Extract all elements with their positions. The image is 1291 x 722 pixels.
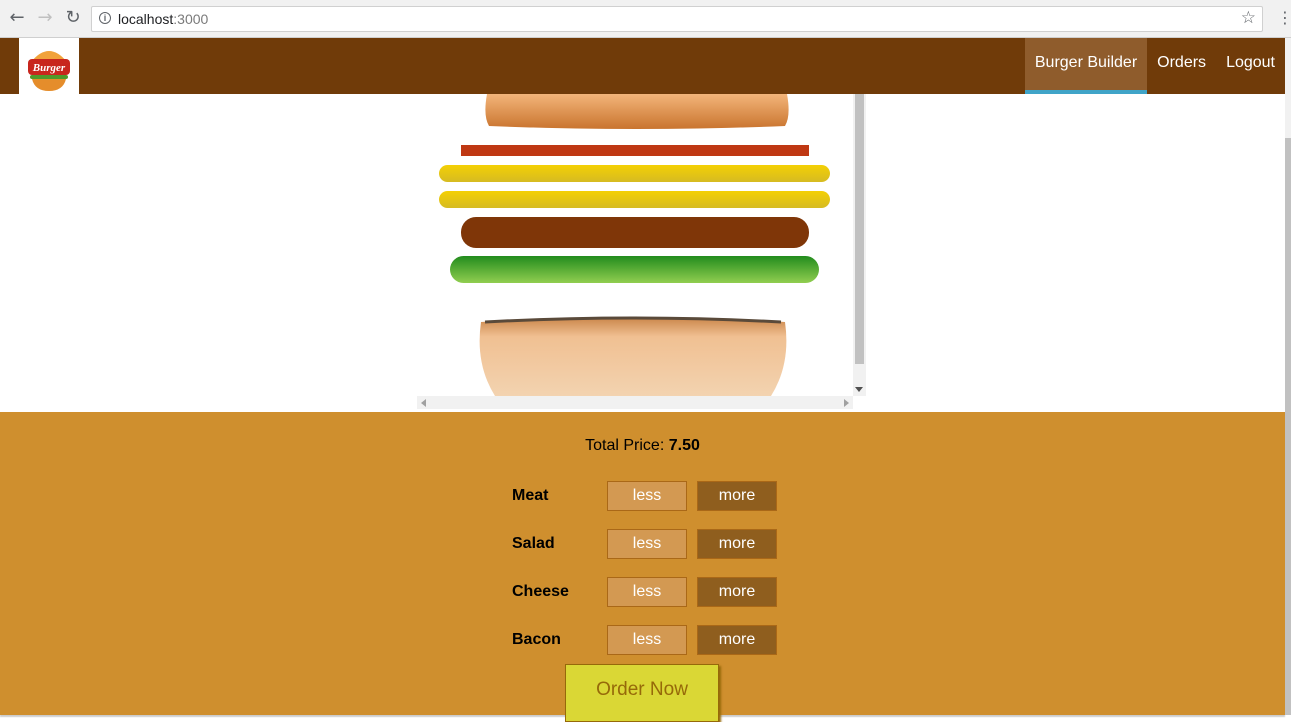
control-label: Salad: [512, 535, 555, 552]
scroll-left-arrow-icon[interactable]: [421, 399, 426, 407]
meat-layer: [461, 217, 809, 248]
bread-bottom: [479, 316, 787, 396]
control-label: Bacon: [512, 631, 561, 648]
burger-logo-icon: Burger: [28, 51, 70, 91]
bread-top: [485, 94, 789, 129]
app-toolbar: Burger Burger Builder Orders Logout: [0, 38, 1285, 94]
build-control-salad: Salad less more: [512, 528, 782, 560]
back-arrow-icon[interactable]: ←: [7, 8, 27, 28]
page-scrollbar[interactable]: [1285, 38, 1291, 715]
url-text: localhost:3000: [118, 11, 209, 27]
bacon-layer: [461, 145, 809, 156]
browser-menu-icon[interactable]: ⋮: [1277, 8, 1291, 27]
build-controls: Total Price: 7.50 Meat less more Salad l…: [0, 412, 1285, 722]
burger-logo[interactable]: Burger: [19, 38, 79, 94]
cheese-layer: [439, 191, 830, 208]
price-value: 7.50: [668, 437, 700, 454]
page-scroll-thumb[interactable]: [1285, 138, 1291, 715]
order-now-button[interactable]: Order Now: [565, 664, 719, 722]
less-cheese-button[interactable]: less: [607, 577, 687, 607]
build-control-cheese: Cheese less more: [512, 576, 782, 608]
more-salad-button[interactable]: more: [697, 529, 777, 559]
preview-scroll-thumb[interactable]: [855, 94, 864, 364]
browser-toolbar: ← → ↻ i localhost:3000 ☆ ⋮: [0, 0, 1291, 38]
build-control-meat: Meat less more: [512, 480, 782, 512]
burger-preview: [417, 94, 867, 412]
more-cheese-button[interactable]: more: [697, 577, 777, 607]
address-bar[interactable]: i localhost:3000 ☆: [91, 6, 1263, 32]
less-salad-button[interactable]: less: [607, 529, 687, 559]
salad-layer: [450, 256, 819, 283]
less-meat-button[interactable]: less: [607, 481, 687, 511]
nav-orders[interactable]: Orders: [1147, 38, 1216, 94]
less-bacon-button[interactable]: less: [607, 625, 687, 655]
reload-icon[interactable]: ↻: [63, 8, 83, 28]
svg-text:Burger: Burger: [32, 62, 66, 74]
nav-logout[interactable]: Logout: [1216, 38, 1285, 94]
build-control-bacon: Bacon less more: [512, 624, 782, 656]
more-meat-button[interactable]: more: [697, 481, 777, 511]
nav-burger-builder[interactable]: Burger Builder: [1024, 38, 1148, 94]
scroll-down-arrow-icon[interactable]: [855, 387, 863, 392]
more-bacon-button[interactable]: more: [697, 625, 777, 655]
main-navigation: Burger Builder Orders Logout: [1024, 38, 1285, 94]
control-label: Meat: [512, 487, 549, 504]
control-label: Cheese: [512, 583, 569, 600]
cheese-layer: [439, 165, 830, 182]
preview-vertical-scrollbar[interactable]: [853, 94, 866, 396]
scroll-right-arrow-icon[interactable]: [844, 399, 849, 407]
forward-arrow-icon[interactable]: →: [35, 8, 55, 28]
info-icon[interactable]: i: [99, 12, 111, 24]
preview-horizontal-scrollbar[interactable]: [417, 396, 853, 409]
total-price: Total Price: 7.50: [585, 437, 700, 454]
bookmark-star-icon[interactable]: ☆: [1241, 8, 1256, 28]
